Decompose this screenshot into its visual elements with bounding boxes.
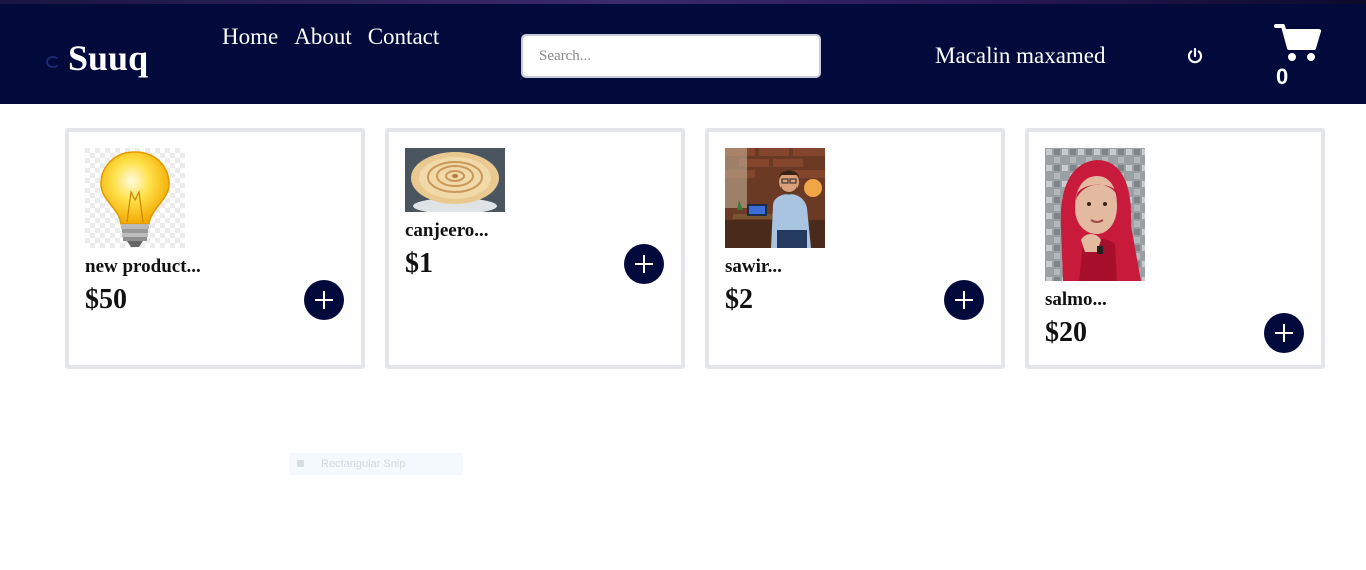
cart-icon[interactable] bbox=[1274, 22, 1322, 64]
plus-icon bbox=[955, 291, 973, 309]
plus-icon bbox=[315, 291, 333, 309]
product-price: $1 bbox=[405, 248, 433, 279]
product-image bbox=[1045, 148, 1145, 281]
plus-icon bbox=[1275, 324, 1293, 342]
snip-label: Rectangular Snip bbox=[321, 458, 406, 470]
add-to-cart-button[interactable] bbox=[304, 280, 344, 320]
product-image bbox=[725, 148, 825, 248]
product-image bbox=[85, 148, 185, 248]
add-to-cart-button[interactable] bbox=[1264, 313, 1304, 353]
product-name: new product... bbox=[85, 256, 201, 277]
plus-icon bbox=[635, 255, 653, 273]
product-image bbox=[405, 148, 505, 212]
product-name: sawir... bbox=[725, 256, 782, 277]
cart-count-badge: 0 bbox=[1276, 64, 1289, 89]
product-price: $50 bbox=[85, 284, 127, 315]
product-price: $20 bbox=[1045, 317, 1087, 348]
nav-home-link[interactable]: Home bbox=[222, 24, 278, 50]
product-price: $2 bbox=[725, 284, 753, 315]
add-to-cart-button[interactable] bbox=[624, 244, 664, 284]
product-name: canjeero... bbox=[405, 220, 489, 241]
power-icon[interactable] bbox=[1184, 45, 1206, 67]
navbar: Suuq Home About Contact Macalin maxamed … bbox=[0, 4, 1366, 104]
logo-mark-icon bbox=[46, 56, 60, 68]
user-name: Macalin maxamed bbox=[935, 43, 1106, 68]
add-to-cart-button[interactable] bbox=[944, 280, 984, 320]
nav-about-link[interactable]: About bbox=[294, 24, 352, 50]
product-name: salmo... bbox=[1045, 289, 1107, 310]
product-card[interactable]: sawir... $2 bbox=[705, 128, 1005, 369]
product-card[interactable]: new product... $50 bbox=[65, 128, 365, 369]
nav-contact-link[interactable]: Contact bbox=[368, 24, 440, 50]
snip-tooltip: Rectangular Snip bbox=[289, 453, 463, 475]
snip-icon bbox=[297, 460, 304, 467]
main-nav: Home About Contact bbox=[222, 24, 439, 50]
search-input[interactable] bbox=[521, 34, 821, 78]
product-card[interactable]: canjeero... $1 bbox=[385, 128, 685, 369]
product-card[interactable]: salmo... $20 bbox=[1025, 128, 1325, 369]
brand-logo[interactable]: Suuq bbox=[68, 38, 148, 78]
